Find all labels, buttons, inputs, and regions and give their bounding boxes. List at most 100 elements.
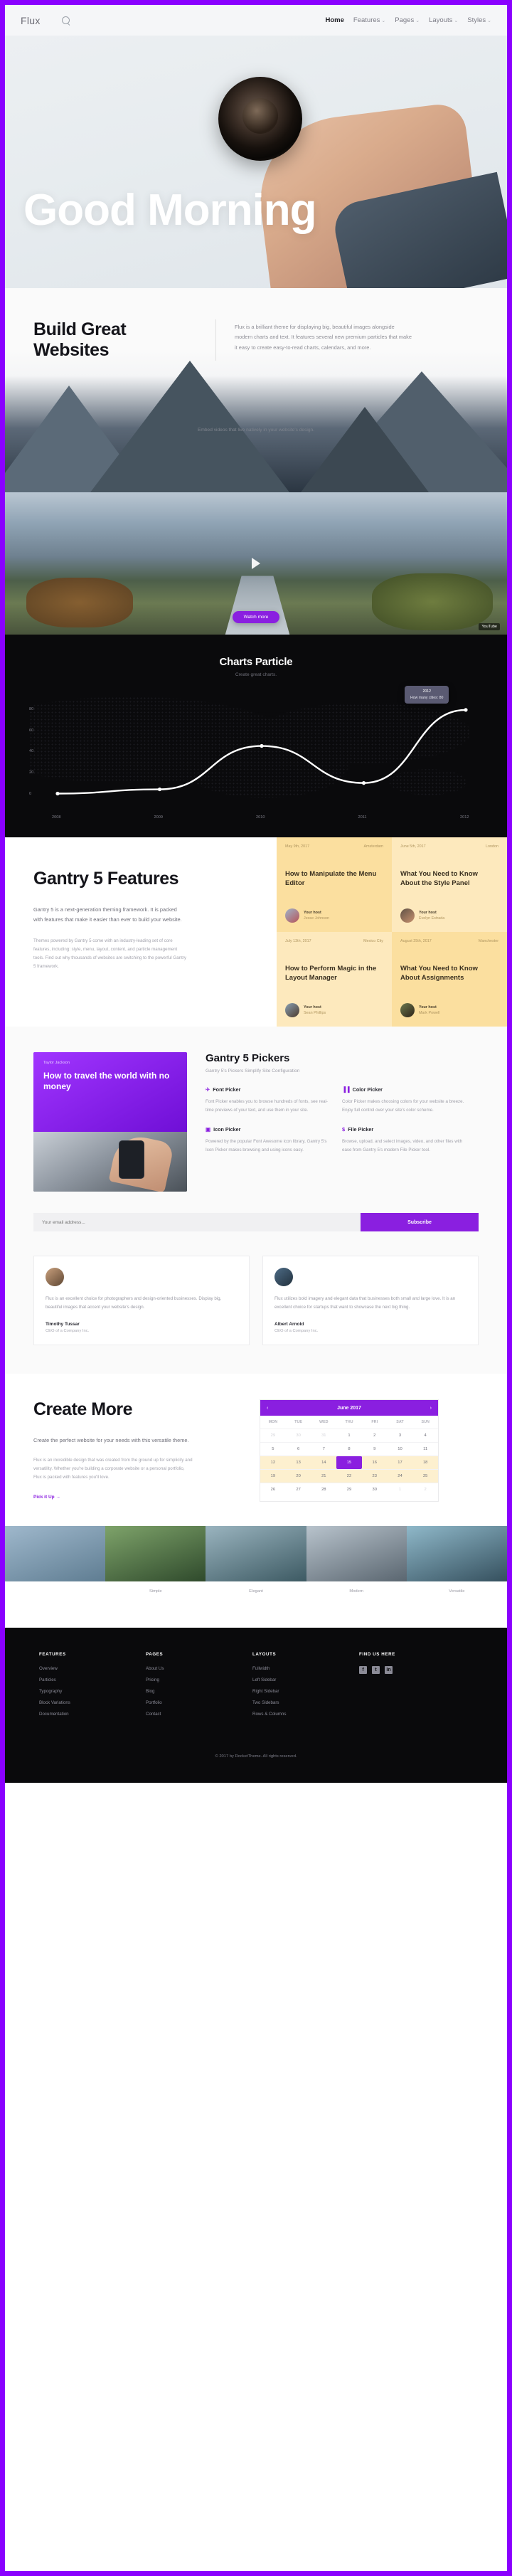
gallery-item[interactable]: Elegant [206, 1525, 306, 1609]
nav-item-features[interactable]: Features ⌄ [353, 16, 385, 24]
calendar-day[interactable]: 12 [260, 1456, 286, 1470]
calendar-day[interactable]: 20 [285, 1469, 311, 1483]
calendar-day[interactable]: 24 [387, 1469, 413, 1483]
calendar-day[interactable]: 19 [260, 1469, 286, 1483]
calendar-day[interactable]: 29 [336, 1483, 362, 1496]
event-host: Your host Evelyn Estrada [400, 908, 444, 923]
calendar-day[interactable]: 28 [311, 1483, 337, 1496]
linkedin-icon[interactable]: in [385, 1665, 393, 1674]
calendar-weekday: WED [319, 1420, 329, 1425]
footer-link[interactable]: Blog [146, 1689, 252, 1694]
create-more-section: Create More Create the perfect website f… [5, 1374, 507, 1526]
calendar-day[interactable]: 13 [285, 1456, 311, 1470]
site-logo[interactable]: Flux [21, 15, 41, 26]
calendar-weekday: SUN [421, 1420, 430, 1425]
nav-item-layouts[interactable]: Layouts ⌄ [429, 16, 458, 24]
calendar-day[interactable]: 6 [285, 1442, 311, 1456]
footer-link[interactable]: Pricing [146, 1677, 252, 1682]
calendar-day[interactable]: 2 [361, 1429, 388, 1442]
calendar-day[interactable]: 14 [311, 1456, 337, 1470]
footer-link[interactable]: Fullwidth [252, 1666, 359, 1671]
primary-nav: Home Features ⌄ Pages ⌄ Layouts ⌄ Styles ⌄ [326, 16, 492, 24]
calendar-day[interactable]: 4 [412, 1429, 439, 1442]
header-search[interactable] [61, 16, 326, 24]
calendar-day[interactable]: 9 [361, 1442, 388, 1456]
gallery-thumbnail[interactable] [206, 1525, 306, 1581]
nav-item-pages[interactable]: Pages ⌄ [395, 16, 420, 24]
calendar-day[interactable]: 29 [260, 1429, 286, 1442]
pickers-subheading: Gantry 5's Pickers Simplify Site Configu… [206, 1069, 300, 1074]
pickers-promo-image[interactable]: Taylor Jackson How to travel the world w… [33, 1052, 187, 1192]
calendar-day[interactable]: 21 [311, 1469, 337, 1483]
calendar-day[interactable]: 2 [412, 1483, 439, 1496]
gallery-thumbnail[interactable] [105, 1525, 206, 1581]
gallery-item[interactable]: Simple [105, 1525, 206, 1609]
calendar-day[interactable]: 8 [336, 1442, 362, 1456]
calendar-week-row: 19 20 21 22 23 24 25 [260, 1469, 439, 1483]
calendar-day[interactable]: 27 [285, 1483, 311, 1496]
calendar-day[interactable]: 1 [336, 1429, 362, 1442]
footer-link[interactable]: Rows & Columns [252, 1712, 359, 1717]
calendar-day[interactable]: 22 [336, 1469, 362, 1483]
nav-item-styles[interactable]: Styles ⌄ [467, 16, 491, 24]
calendar-next-button[interactable]: › [430, 1406, 432, 1411]
pick-it-up-link[interactable]: Pick it Up → [33, 1495, 60, 1500]
footer-link[interactable]: Particles [39, 1677, 146, 1682]
chart-tooltip: 2012 How many cities: 80 [405, 685, 449, 704]
calendar-day[interactable]: 10 [387, 1442, 413, 1456]
calendar-day[interactable]: 31 [311, 1429, 337, 1442]
subscribe-button[interactable]: Subscribe [361, 1213, 479, 1231]
calendar-day[interactable]: 25 [412, 1469, 439, 1483]
chart-x-tick: 2012 [460, 815, 469, 820]
copyright: © 2017 by RocketTheme. All rights reserv… [215, 1754, 297, 1759]
calendar-day[interactable]: 1 [387, 1483, 413, 1496]
footer-link[interactable]: Portfolio [146, 1700, 252, 1705]
subscribe-email-input[interactable] [33, 1213, 361, 1231]
nav-item-home[interactable]: Home [326, 16, 344, 24]
footer-column: PAGES About Us Pricing Blog Portfolio Contact [146, 1652, 252, 1723]
gallery-thumbnail[interactable] [406, 1525, 507, 1581]
footer-link[interactable]: Documentation [39, 1712, 146, 1717]
twitter-icon[interactable]: t [372, 1665, 380, 1674]
gallery-item[interactable] [5, 1525, 106, 1609]
footer-link[interactable]: Contact [146, 1712, 252, 1717]
watch-more-button[interactable]: Watch more [232, 611, 280, 623]
search-icon[interactable] [61, 16, 70, 24]
road-illustration [225, 576, 290, 635]
calendar-day[interactable]: 23 [361, 1469, 388, 1483]
gallery-item[interactable]: Versatile [406, 1525, 507, 1609]
event-card[interactable]: August 25th, 2017 Manchester What You Need… [392, 932, 507, 1027]
picker-text: Browse, upload, and select images, video… [342, 1139, 463, 1153]
event-city: Manchester [478, 939, 498, 943]
footer-link[interactable]: About Us [146, 1666, 252, 1671]
footer-link[interactable]: Two Sidebars [252, 1700, 359, 1705]
calendar-day[interactable]: 30 [361, 1483, 388, 1496]
gallery-caption [5, 1581, 105, 1605]
calendar-day[interactable]: 7 [311, 1442, 337, 1456]
calendar-day[interactable]: 11 [412, 1442, 439, 1456]
gallery-thumbnail[interactable] [5, 1525, 106, 1581]
calendar-day[interactable]: 3 [387, 1429, 413, 1442]
event-card[interactable]: June 5th, 2017 London What You Need to Kno… [392, 837, 507, 932]
gallery-thumbnail[interactable] [306, 1525, 407, 1581]
footer-link[interactable]: Typography [39, 1689, 146, 1694]
footer-link[interactable]: Right Sidebar [252, 1689, 359, 1694]
event-card[interactable]: May 9th, 2017 Amsterdam How to Manipulate … [277, 837, 392, 932]
calendar-day[interactable]: 17 [387, 1456, 413, 1470]
facebook-icon[interactable]: f [359, 1665, 367, 1674]
calendar-weekday: FRI [371, 1420, 378, 1425]
calendar-day[interactable]: 18 [412, 1456, 439, 1470]
calendar-day[interactable]: 15 [336, 1456, 362, 1470]
footer-link[interactable]: Left Sidebar [252, 1677, 359, 1682]
event-card[interactable]: July 13th, 2017 Mexico City How to Perform… [277, 932, 392, 1027]
event-meta: July 13th, 2017 Mexico City [285, 939, 383, 943]
play-button[interactable] [252, 558, 260, 569]
calendar-day[interactable]: 26 [260, 1483, 286, 1496]
subscribe-section: Subscribe [5, 1213, 507, 1256]
footer-link[interactable]: Overview [39, 1666, 146, 1671]
calendar-day[interactable]: 16 [361, 1456, 388, 1470]
calendar-day[interactable]: 5 [260, 1442, 286, 1456]
calendar-day[interactable]: 30 [285, 1429, 311, 1442]
gallery-item[interactable]: Modern [306, 1525, 407, 1609]
footer-link[interactable]: Block Variations [39, 1700, 146, 1705]
